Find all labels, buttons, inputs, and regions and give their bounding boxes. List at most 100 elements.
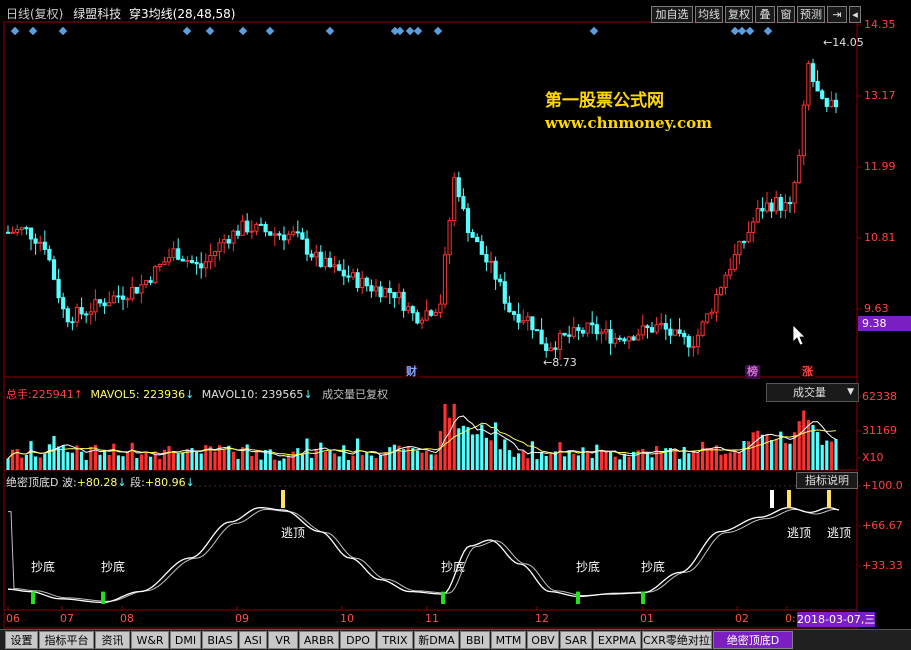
volume-bar [250, 455, 254, 470]
toolbar-button-5[interactable]: 预测 [797, 6, 825, 23]
candle-body [171, 248, 176, 259]
volume-bar [760, 434, 764, 470]
candle-body [79, 307, 84, 315]
tab-6[interactable]: ASI [239, 631, 267, 649]
tab-9[interactable]: DPO [340, 631, 376, 649]
volume-bar [737, 452, 741, 470]
volume-bar [287, 455, 291, 470]
volume-bar [438, 431, 442, 470]
toolbar-button-2[interactable]: 复权 [725, 6, 753, 23]
toolbar-button-6[interactable]: ⇥ [827, 6, 847, 23]
tab-5[interactable]: BIAS [202, 631, 238, 649]
candle-body [116, 295, 121, 298]
period-label[interactable]: 日线(复权) [6, 7, 63, 21]
time-axis-label: 09 [235, 612, 249, 625]
candle-body [691, 346, 696, 349]
volume-bar [328, 451, 332, 470]
candle-body [350, 272, 356, 278]
tab-16[interactable]: EXPMA [593, 631, 641, 649]
tab-14[interactable]: OBV [527, 631, 559, 649]
candle-body [406, 306, 411, 311]
candle-body [88, 311, 93, 315]
candle-body [323, 257, 328, 267]
wave-value: +80.28 [76, 476, 118, 489]
indicator-name[interactable]: 绝密顶底D [6, 476, 58, 489]
tab-18[interactable]: 绝密顶底D [713, 631, 793, 649]
candle-body [396, 291, 402, 299]
tab-15[interactable]: SAR [560, 631, 592, 649]
candle-body [373, 286, 379, 292]
volume-bar [484, 437, 488, 470]
candle-body [65, 308, 70, 323]
candle-body [47, 248, 52, 261]
volume-indicator-select[interactable]: 成交量 ▼ [766, 383, 859, 402]
tab-2[interactable]: 资讯 [95, 631, 130, 649]
chart-canvas[interactable] [0, 0, 911, 650]
indicator-description-button[interactable]: 指标说明 [796, 472, 858, 489]
bottom-signal-bar [641, 591, 645, 604]
candle-body [659, 323, 664, 326]
volume-bar [618, 459, 622, 470]
bottom-signal-bar [31, 591, 35, 604]
event-marker[interactable]: 榜 [745, 365, 760, 379]
candle-body [498, 278, 503, 283]
tab-13[interactable]: MTM [491, 631, 526, 649]
volume-bar [733, 450, 737, 470]
volume-bar [300, 454, 304, 470]
tab-4[interactable]: DMI [170, 631, 201, 649]
top-signal-bar [281, 490, 285, 508]
bottom-signal-bar [576, 591, 580, 604]
toolbar-button-0[interactable]: 加自选 [651, 6, 693, 23]
candle-body [829, 99, 834, 107]
candle-body [401, 291, 406, 311]
event-marker[interactable]: 涨 [800, 365, 815, 379]
toolbar-button-1[interactable]: 均线 [695, 6, 723, 23]
tab-17[interactable]: CXR零绝对拉升 [642, 631, 712, 649]
candle-body [553, 347, 558, 350]
candle-body [502, 281, 507, 304]
volume-axis-label: 62338 [862, 390, 897, 403]
background [0, 0, 911, 650]
price-axis-label: 13.17 [864, 89, 896, 102]
volume-bar [305, 438, 309, 470]
candle-body [176, 248, 181, 260]
toolbar-button-3[interactable]: 叠 [755, 6, 775, 23]
tab-11[interactable]: 新DMA [414, 631, 459, 649]
top-signal-label: 逃顶 [787, 526, 812, 540]
tab-8[interactable]: ARBR [299, 631, 339, 649]
candle-body [769, 202, 774, 212]
mavol10-value: 239565 [261, 388, 304, 401]
volume-bar [659, 451, 663, 470]
candle-body [746, 231, 751, 243]
indicator-axis-label: +33.33 [862, 559, 903, 572]
top-signal-label: 逃顶 [281, 526, 306, 540]
volume-bar [388, 447, 392, 470]
volume-bar [655, 446, 659, 470]
candle-body [199, 263, 204, 269]
volume-bar [139, 454, 143, 470]
tab-1[interactable]: 指标平台 [39, 631, 94, 649]
volume-bar [130, 442, 134, 470]
volume-bar [351, 455, 355, 470]
tab-0[interactable]: 设置 [5, 631, 38, 649]
toolbar-button-7[interactable]: ◂ [849, 6, 861, 23]
candle-body [51, 259, 57, 280]
volume-bar [84, 459, 88, 470]
toolbar-button-4[interactable]: 窗 [777, 6, 795, 23]
candle-body [806, 63, 811, 106]
tab-12[interactable]: BBI [460, 631, 490, 649]
tab-7[interactable]: VR [268, 631, 298, 649]
candle-body [162, 261, 167, 265]
event-marker[interactable]: 财 [404, 365, 419, 379]
candle-body [622, 338, 627, 342]
volume-bar [710, 448, 714, 470]
candle-body [203, 261, 208, 269]
candle-body [107, 302, 112, 307]
candle-body [580, 329, 586, 334]
volume-bar [112, 443, 116, 470]
overlay-indicator-name[interactable]: 穿3均线(28,48,58) [129, 7, 235, 21]
candle-body [709, 311, 714, 315]
tab-3[interactable]: W&R [131, 631, 169, 649]
tab-10[interactable]: TRIX [377, 631, 413, 649]
volume-bar [43, 453, 47, 470]
